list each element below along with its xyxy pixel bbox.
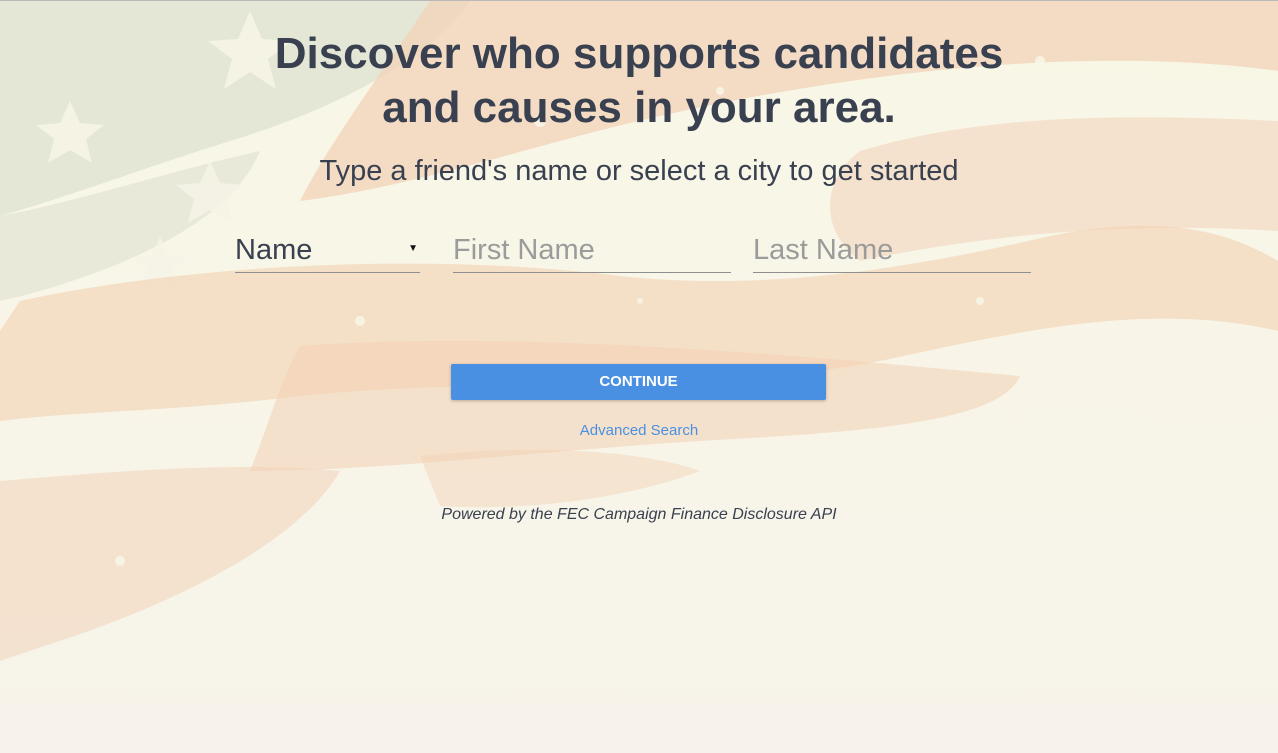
powered-by-note: Powered by the FEC Campaign Finance Disc… xyxy=(441,506,837,523)
last-name-field xyxy=(753,228,1031,273)
continue-button[interactable]: CONTINUE xyxy=(451,364,826,400)
page-subheadline: Type a friend's name or select a city to… xyxy=(319,155,959,187)
search-type-selected-value: Name xyxy=(235,234,313,266)
advanced-search-row: Advanced Search xyxy=(0,421,1278,441)
first-name-field xyxy=(453,228,731,273)
caret-down-icon: ▼ xyxy=(408,243,418,254)
last-name-input[interactable] xyxy=(753,232,1031,268)
advanced-search-link[interactable]: Advanced Search xyxy=(580,422,698,439)
first-name-input[interactable] xyxy=(453,232,731,268)
headline-line-2: and causes in your area. xyxy=(382,83,896,132)
page-headline: Discover who supports candidates and cau… xyxy=(0,27,1278,135)
search-type-select[interactable]: Name ▼ xyxy=(235,228,420,273)
page-content: Discover who supports candidates and cau… xyxy=(0,0,1278,753)
headline-line-1: Discover who supports candidates xyxy=(274,29,1004,78)
